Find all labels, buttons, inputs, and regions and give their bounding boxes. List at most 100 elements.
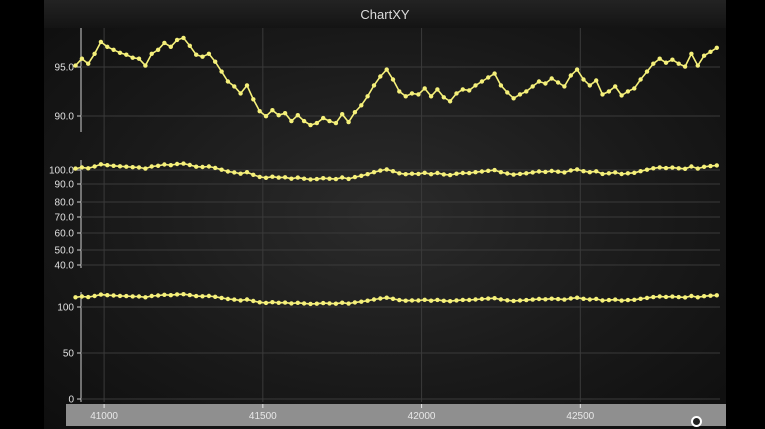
- data-point: [708, 49, 713, 54]
- data-point: [422, 170, 427, 175]
- data-point: [403, 172, 408, 177]
- data-point: [270, 108, 275, 113]
- data-point: [403, 298, 408, 303]
- data-point: [295, 300, 300, 305]
- data-point: [384, 67, 389, 72]
- data-point: [352, 174, 358, 180]
- data-point: [594, 78, 599, 83]
- data-point: [111, 163, 116, 168]
- data-point: [594, 296, 599, 302]
- data-point: [403, 94, 408, 99]
- data-point: [467, 170, 472, 176]
- data-point: [105, 293, 110, 298]
- data-point: [505, 298, 510, 303]
- data-point: [467, 297, 472, 303]
- data-point: [327, 301, 332, 306]
- data-point: [181, 35, 186, 41]
- data-point: [111, 293, 116, 298]
- data-point: [428, 298, 434, 303]
- data-point: [257, 300, 262, 305]
- data-point: [549, 296, 554, 301]
- data-point: [473, 83, 478, 88]
- data-point: [625, 297, 631, 303]
- data-point: [384, 295, 389, 300]
- data-point: [530, 84, 535, 89]
- data-point: [301, 301, 307, 306]
- data-point: [613, 170, 618, 175]
- data-point: [155, 47, 161, 52]
- data-point: [181, 161, 186, 166]
- data-point: [517, 298, 523, 303]
- data-point: [359, 173, 364, 178]
- data-point: [124, 164, 129, 169]
- data-point: [244, 83, 250, 88]
- data-point: [162, 162, 167, 167]
- data-point: [282, 111, 288, 116]
- data-point: [397, 89, 402, 94]
- data-point: [555, 80, 561, 85]
- data-point: [73, 63, 78, 68]
- data-point: [346, 301, 351, 306]
- data-point: [365, 94, 370, 99]
- data-point: [232, 84, 237, 89]
- data-point: [581, 77, 586, 82]
- data-point: [447, 299, 453, 304]
- data-point: [378, 168, 383, 173]
- data-point: [149, 293, 154, 299]
- data-point: [568, 168, 573, 173]
- data-point: [714, 163, 719, 168]
- data-point: [219, 167, 224, 172]
- data-point: [511, 172, 516, 177]
- y-tick-label: 60.0: [55, 229, 75, 240]
- data-point: [701, 294, 707, 299]
- x-tick-label: 41500: [249, 411, 277, 422]
- y-tick-label: 50.0: [55, 246, 75, 257]
- data-point: [390, 77, 396, 82]
- data-point: [251, 97, 256, 102]
- data-point: [105, 44, 110, 49]
- data-point: [206, 51, 212, 56]
- data-point: [670, 57, 675, 62]
- data-point: [632, 170, 637, 175]
- data-point: [479, 169, 485, 174]
- data-point: [352, 110, 358, 115]
- y-tick-label: 80.0: [55, 198, 75, 209]
- data-point: [689, 51, 694, 56]
- data-point: [714, 293, 719, 298]
- data-point: [492, 296, 497, 301]
- data-point: [714, 45, 719, 50]
- data-point: [86, 61, 91, 66]
- data-point: [644, 69, 650, 74]
- data-point: [651, 294, 656, 300]
- data-point: [174, 292, 180, 297]
- data-point: [422, 297, 427, 302]
- data-point: [441, 172, 446, 177]
- data-point: [409, 91, 415, 96]
- data-point: [498, 297, 504, 302]
- data-point: [359, 103, 364, 108]
- data-point: [651, 166, 656, 171]
- data-point: [289, 176, 294, 181]
- data-point: [282, 300, 288, 305]
- data-point: [536, 169, 542, 174]
- data-point: [327, 118, 332, 124]
- data-point: [638, 296, 643, 301]
- data-point: [174, 161, 180, 167]
- data-point: [524, 171, 529, 176]
- data-point: [676, 166, 681, 171]
- data-point: [73, 295, 78, 300]
- data-point: [295, 175, 300, 180]
- data-point: [321, 115, 326, 121]
- chart-canvas[interactable]: 95.0 90.0 100.0 90.0 80.0 70.0 60.0 50.0 40.0 100…: [44, 0, 726, 429]
- data-point: [562, 84, 567, 89]
- data-point: [213, 165, 218, 171]
- data-point: [390, 169, 396, 174]
- data-point: [479, 79, 485, 84]
- data-point: [657, 165, 662, 170]
- data-point: [416, 298, 421, 303]
- data-point: [632, 297, 637, 302]
- data-point: [428, 172, 434, 177]
- data-point: [498, 170, 504, 175]
- data-point: [397, 297, 402, 303]
- y-tick-label: 40.0: [55, 261, 75, 272]
